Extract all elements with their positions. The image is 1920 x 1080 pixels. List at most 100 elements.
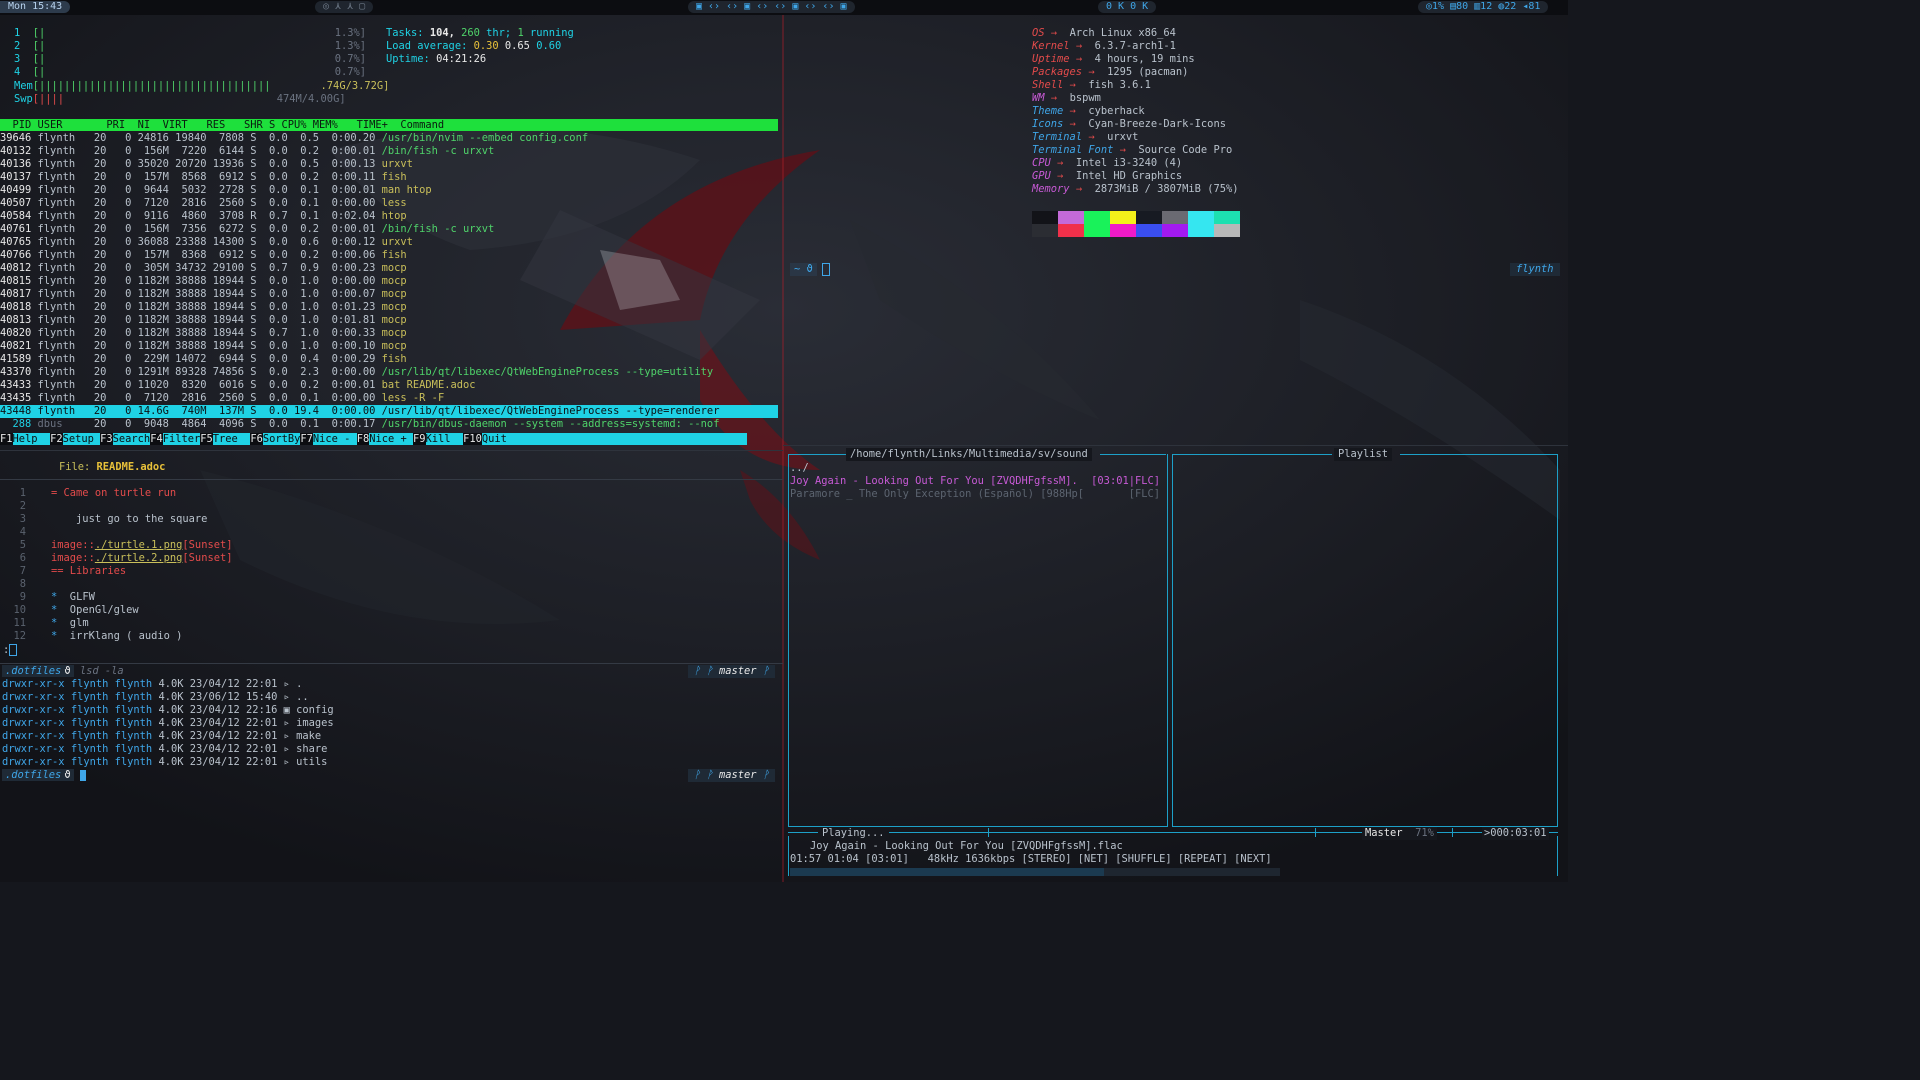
window-tabs[interactable]: ▣ ‹› ‹› ▣ ‹› ‹› ▣ ‹› ‹› ▣	[688, 1, 855, 13]
palette-swatch	[1188, 224, 1214, 237]
network-speed: 0 K 0 K	[1098, 1, 1157, 13]
git-branch: ᚹ ᚹ master ᚹ	[688, 665, 776, 678]
code-line: 3 just go to the square	[19, 513, 208, 525]
table-row[interactable]: 43370 flynth 20 0 1291M 89328 74856 S 0.…	[0, 366, 778, 379]
code-line: 12 * irrKlang ( audio )	[13, 630, 183, 642]
fkey-setup[interactable]: F2Setup	[50, 433, 101, 445]
frame-top-left	[1172, 454, 1332, 455]
table-row[interactable]: 40813 flynth 20 0 1182M 38888 18944 S 0.…	[0, 314, 778, 327]
info-frame-left	[788, 836, 789, 876]
table-row[interactable]: 40584 flynth 20 0 9116 4860 3708 R 0.7 0…	[0, 210, 778, 223]
file-item[interactable]: Paramore _ The Only Exception (Español) …	[790, 488, 1162, 501]
fkey-quit[interactable]: F10Quit	[463, 433, 747, 445]
user-tag: flynth	[1510, 263, 1560, 276]
workspace-switcher[interactable]: ◎ ⋏ ⋏ ▢	[315, 1, 374, 13]
list-item[interactable]: drwxr-xr-x flynth flynth 4.0K 23/04/12 2…	[2, 730, 321, 743]
table-row[interactable]: 43433 flynth 20 0 11020 8320 6016 S 0.0 …	[0, 379, 778, 392]
code-line: 1 = Came on turtle run	[19, 487, 177, 499]
playlist-frame	[1172, 454, 1558, 827]
table-row[interactable]: 40817 flynth 20 0 1182M 38888 18944 S 0.…	[0, 288, 778, 301]
cursor[interactable]	[822, 263, 830, 276]
table-row[interactable]: 40136 flynth 20 0 35020 20720 13936 S 0.…	[0, 158, 778, 171]
folder-icon: ▹	[283, 678, 290, 690]
table-row[interactable]: 41589 flynth 20 0 229M 14072 6944 S 0.0 …	[0, 353, 778, 366]
list-item[interactable]: drwxr-xr-x flynth flynth 4.0K 23/06/12 1…	[2, 691, 309, 704]
palette-swatch	[1214, 211, 1240, 224]
playlist-title: Playlist	[1334, 448, 1393, 461]
table-row[interactable]: 288 dbus 20 0 9048 4864 4096 S 0.0 0.1 0…	[0, 418, 778, 431]
load-average: Load average: 0.30 0.65 0.60	[386, 40, 562, 52]
folder-icon: ▹	[283, 743, 290, 755]
table-row[interactable]: 43448 flynth 20 0 14.6G 740M 137M S 0.0 …	[0, 405, 778, 418]
cursor	[79, 769, 86, 781]
progress-bar[interactable]	[790, 868, 1280, 876]
list-item[interactable]: drwxr-xr-x flynth flynth 4.0K 23/04/12 2…	[2, 678, 302, 691]
tick	[1315, 828, 1316, 837]
table-row[interactable]: 43435 flynth 20 0 7120 2816 2560 S 0.0 0…	[0, 392, 778, 405]
process-table-header[interactable]: PID USER PRI NI VIRT RES SHR S CPU% MEM%…	[0, 119, 778, 131]
progress-fill	[790, 868, 1104, 876]
folder-icon: ▹	[283, 717, 290, 729]
table-row[interactable]: 40761 flynth 20 0 156M 7356 6272 S 0.0 0…	[0, 223, 778, 236]
mixer[interactable]: Master 71%	[1362, 827, 1437, 840]
swap-meter: Swp[|||| 474M/4.00G]	[14, 93, 346, 105]
table-row[interactable]: 40815 flynth 20 0 1182M 38888 18944 S 0.…	[0, 275, 778, 288]
palette-swatch	[1110, 224, 1136, 237]
palette-swatch	[1162, 211, 1188, 224]
tick	[988, 828, 989, 837]
info-frame-top	[788, 832, 1558, 833]
table-row[interactable]: 40818 flynth 20 0 1182M 38888 18944 S 0.…	[0, 301, 778, 314]
table-row[interactable]: 40507 flynth 20 0 7120 2816 2560 S 0.0 0…	[0, 197, 778, 210]
info-frame-right	[1557, 836, 1558, 876]
list-item[interactable]: drwxr-xr-x flynth flynth 4.0K 23/04/12 2…	[2, 756, 327, 769]
table-row[interactable]: 40820 flynth 20 0 1182M 38888 18944 S 0.…	[0, 327, 778, 340]
fkey-nice--[interactable]: F7Nice -	[300, 433, 357, 445]
table-row[interactable]: 40499 flynth 20 0 9644 5032 2728 S 0.0 0…	[0, 184, 778, 197]
folder-icon: ▹	[283, 756, 290, 768]
fkey-filter[interactable]: F4Filter	[150, 433, 201, 445]
palette-swatch	[1058, 211, 1084, 224]
shell-rule	[0, 663, 783, 664]
command-line[interactable]: .dotfiles ϑ lsd -la	[2, 665, 124, 678]
list-item[interactable]: drwxr-xr-x flynth flynth 4.0K 23/04/12 2…	[2, 717, 334, 730]
table-row[interactable]: 40812 flynth 20 0 305M 34732 29100 S 0.7…	[0, 262, 778, 275]
viewer-rule	[0, 479, 783, 480]
cpu-meter: 1 [| 1.3%]	[14, 27, 366, 39]
fkey-help[interactable]: F1Help	[0, 433, 51, 445]
git-branch-2: ᚹ ᚹ master ᚹ	[688, 769, 776, 782]
code-line: 9 * GLFW	[19, 591, 95, 603]
table-row[interactable]: 39646 flynth 20 0 24816 19840 7808 S 0.0…	[0, 132, 778, 145]
top-bar: Mon 15:43 ◎ ⋏ ⋏ ▢ ▣ ‹› ‹› ▣ ‹› ‹› ▣ ‹› ‹…	[0, 0, 1568, 15]
info-row: Icons → Cyan-Breeze-Dark-Icons	[1032, 118, 1226, 130]
shell-prompt: ~ ϑ	[790, 263, 817, 276]
uptime: Uptime: 04:21:26	[386, 53, 487, 65]
fkey-kill[interactable]: F9Kill	[413, 433, 464, 445]
file-item[interactable]: Joy Again - Looking Out For You [ZVQDHFg…	[790, 475, 1162, 488]
palette-swatch	[1084, 224, 1110, 237]
fkey-tree[interactable]: F5Tree	[200, 433, 251, 445]
code-line: 8	[19, 578, 26, 590]
table-row[interactable]: 40132 flynth 20 0 156M 7220 6144 S 0.0 0…	[0, 145, 778, 158]
now-playing: Joy Again - Looking Out For You [ZVQDHFg…	[810, 840, 1123, 852]
pager-prompt[interactable]: :	[3, 644, 18, 657]
list-item[interactable]: drwxr-xr-x flynth flynth 4.0K 23/04/12 2…	[2, 704, 334, 717]
fkey-search[interactable]: F3Search	[100, 433, 151, 445]
table-row[interactable]: 40821 flynth 20 0 1182M 38888 18944 S 0.…	[0, 340, 778, 353]
table-row[interactable]: 40137 flynth 20 0 157M 8568 6912 S 0.0 0…	[0, 171, 778, 184]
palette-swatch	[1162, 224, 1188, 237]
command-line-2[interactable]: .dotfiles ϑ	[2, 769, 86, 782]
code-line: 5 image::./turtle.1.png[Sunset]	[19, 539, 233, 551]
file-item[interactable]: ../	[790, 462, 1162, 475]
palette-swatch	[1214, 224, 1240, 237]
tasks-summary: Tasks: 104, 260 thr; 1 running	[386, 27, 574, 39]
fkey-sortby[interactable]: F6SortBy	[250, 433, 301, 445]
table-row[interactable]: 40766 flynth 20 0 157M 8368 6912 S 0.0 0…	[0, 249, 778, 262]
fkey-nice-+[interactable]: F8Nice +	[356, 433, 413, 445]
playback-info: 01:57 01:04 [03:01] 48kHz 1636kbps [STER…	[790, 853, 1272, 865]
table-row[interactable]: 40765 flynth 20 0 36088 23388 14300 S 0.…	[0, 236, 778, 249]
info-row: WM → bspwm	[1032, 92, 1101, 104]
cpu-meter: 4 [| 0.7%]	[14, 66, 366, 78]
list-item[interactable]: drwxr-xr-x flynth flynth 4.0K 23/04/12 2…	[2, 743, 327, 756]
file-browser-frame	[788, 454, 1168, 827]
file-header: File: README.adoc	[59, 461, 166, 473]
